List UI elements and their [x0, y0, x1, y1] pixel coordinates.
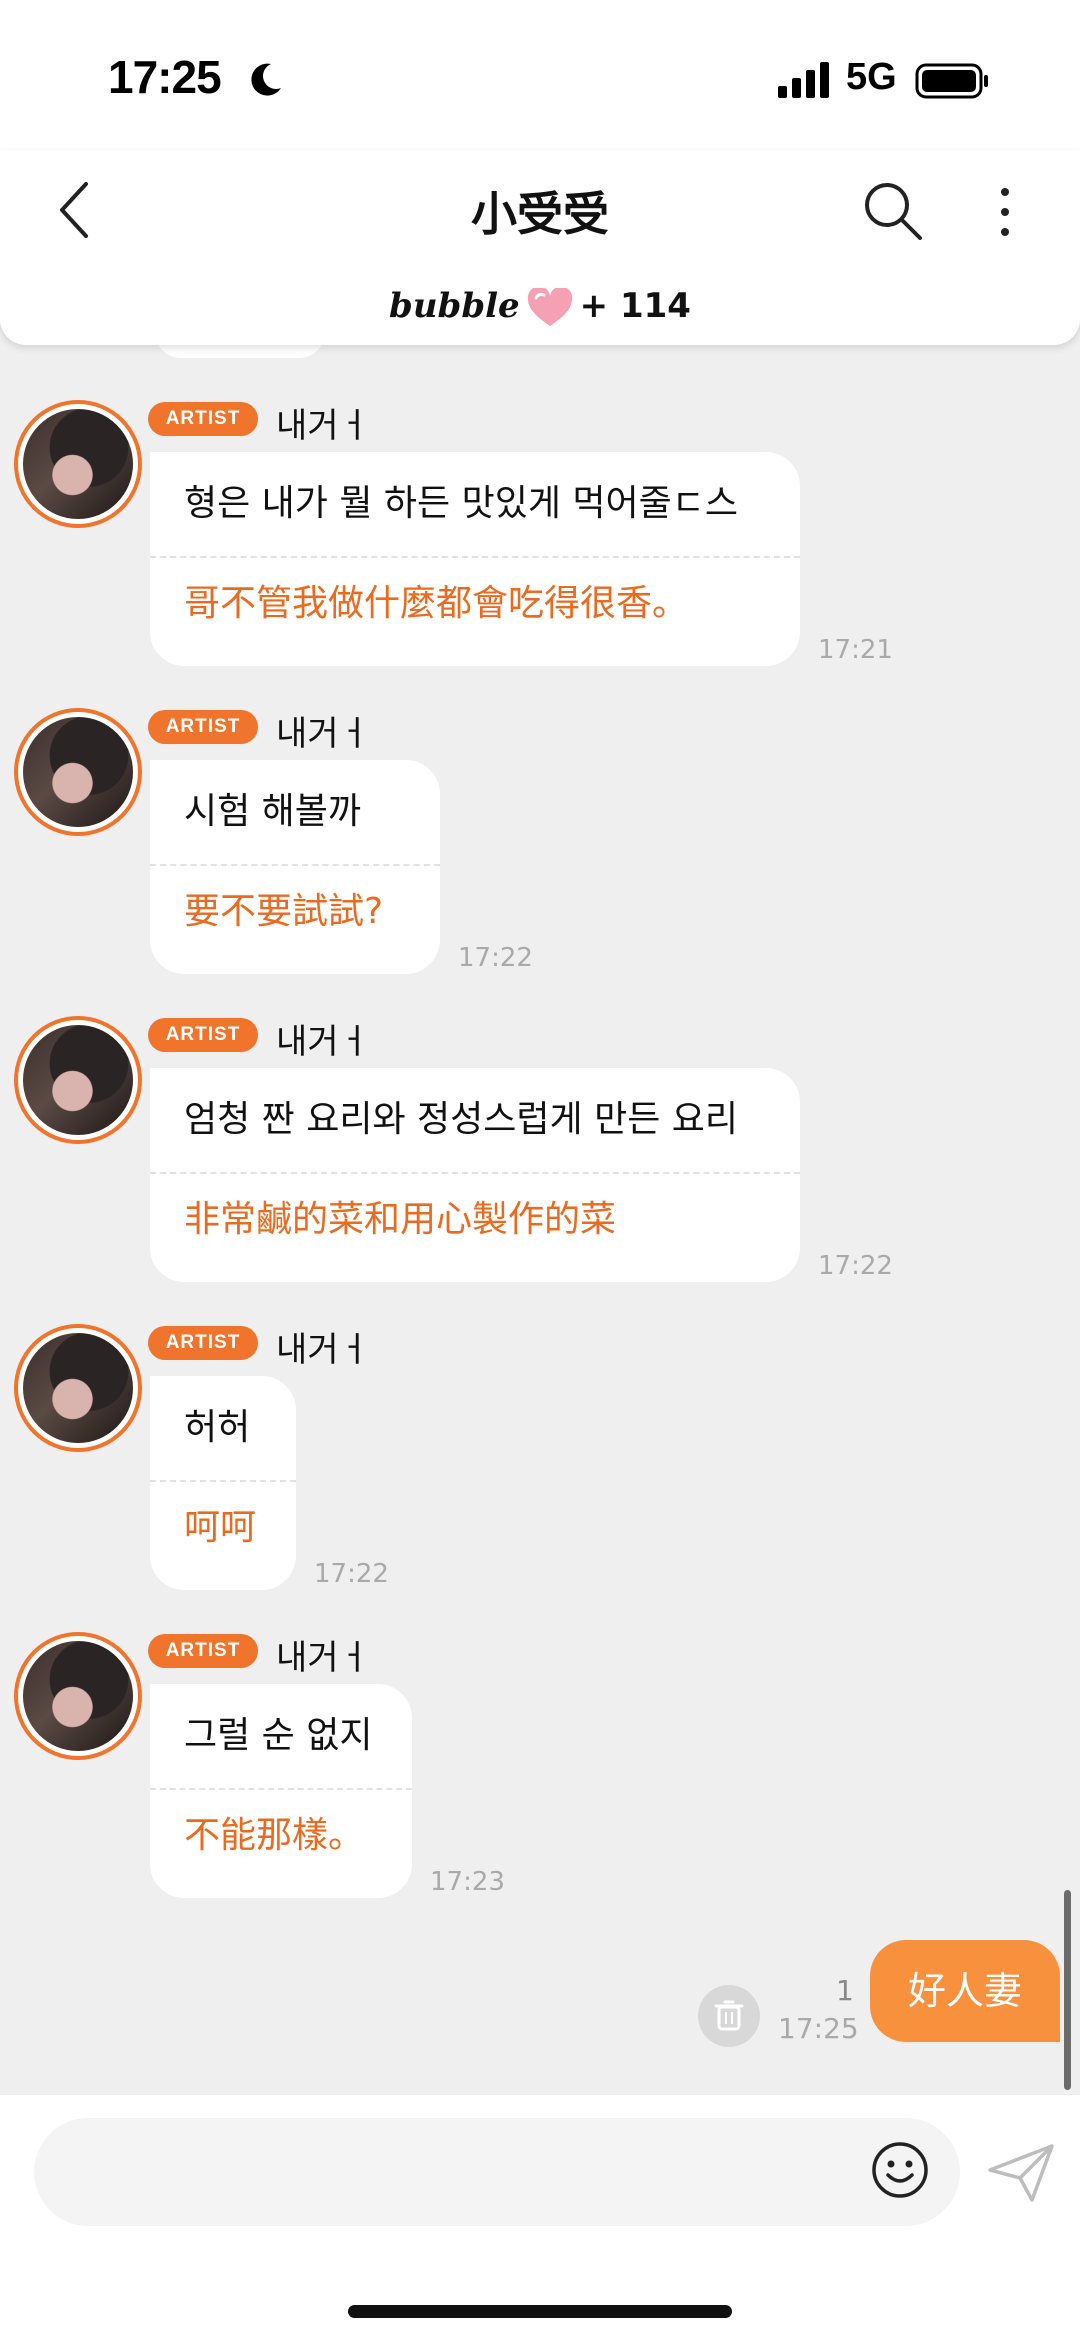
delete-message-button[interactable]: [698, 1985, 760, 2047]
message-original-text: 허허: [184, 1407, 251, 1448]
home-indicator: [348, 2305, 732, 2318]
network-label: 5G: [846, 56, 897, 98]
my-message-time: 17:25: [778, 2012, 859, 2045]
scrollbar[interactable]: [1064, 1890, 1071, 2090]
emoji-icon[interactable]: [870, 2140, 930, 2200]
artist-badge: ARTIST: [148, 1018, 258, 1052]
message-translation-text: 呵呵: [184, 1507, 257, 1548]
artist-avatar[interactable]: [14, 1324, 142, 1452]
bubble-count: + 114: [579, 286, 691, 326]
message-translation-text: 要不要試試?: [184, 891, 384, 932]
message-original-text: 형은 내가 뭘 하든 맛있게 먹어줄ㄷ스: [184, 483, 739, 524]
artist-badge: ARTIST: [148, 1326, 258, 1360]
artist-badge: ARTIST: [148, 1634, 258, 1668]
message-translation-text: 哥不管我做什麼都會吃得很香。: [184, 583, 689, 624]
artist-name: 내거ㅓ: [276, 714, 370, 754]
trash-icon: [714, 2000, 744, 2031]
bubble-brand: bubble: [389, 286, 520, 326]
artist-badge: ARTIST: [148, 710, 258, 744]
my-message-bubble[interactable]: 好人妻: [870, 1940, 1060, 2042]
artist-avatar[interactable]: [14, 1632, 142, 1760]
message-input[interactable]: [34, 2118, 960, 2226]
message-bubble[interactable]: 엄청 짠 요리와 정성스럽게 만든 요리 非常鹹的菜和用心製作的菜: [150, 1068, 800, 1282]
artist-name: 내거ㅓ: [276, 1330, 370, 1370]
artist-avatar[interactable]: [14, 708, 142, 836]
message-original-text: 시험 해볼까: [184, 791, 362, 832]
status-bar: 17:25 5G: [0, 0, 1080, 150]
message-bubble[interactable]: 허허 呵呵: [150, 1376, 296, 1590]
message-translation-text: 非常鹹的菜和用心製作的菜: [184, 1199, 617, 1240]
artist-avatar[interactable]: [14, 1016, 142, 1144]
heart-icon: [527, 287, 572, 326]
artist-avatar[interactable]: [14, 400, 142, 528]
message-time: 17:23: [430, 1867, 505, 1897]
message-time: 17:22: [818, 1251, 893, 1281]
message-bubble[interactable]: 형은 내가 뭘 하든 맛있게 먹어줄ㄷ스 哥不管我做什麼都會吃得很香。: [150, 452, 800, 666]
artist-name: 내거ㅓ: [276, 1638, 370, 1678]
message-translation-text: 不能那樣。: [184, 1815, 365, 1856]
artist-badge: ARTIST: [148, 402, 258, 436]
message-time: 17:22: [314, 1559, 389, 1589]
message-original-text: 엄청 짠 요리와 정성스럽게 만든 요리: [184, 1099, 739, 1140]
more-vertical-icon[interactable]: [990, 180, 1020, 244]
message-original-text: 그럴 순 없지: [184, 1715, 373, 1756]
battery-icon: [915, 63, 988, 99]
message-time: 17:22: [458, 943, 533, 973]
search-icon[interactable]: [860, 178, 924, 242]
send-icon[interactable]: [986, 2142, 1056, 2204]
moon-icon: [251, 63, 281, 96]
signal-icon: [778, 62, 829, 98]
message-time: 17:21: [818, 635, 893, 665]
bubble-counter[interactable]: bubble + 114: [0, 286, 1080, 328]
artist-name: 내거ㅓ: [276, 406, 370, 446]
read-count: 1: [836, 1974, 854, 2007]
artist-name: 내거ㅓ: [276, 1022, 370, 1062]
message-bubble[interactable]: 그럴 순 없지 不能那樣。: [150, 1684, 412, 1898]
status-time: 17:25: [108, 51, 222, 103]
message-bubble[interactable]: 시험 해볼까 要不要試試?: [150, 760, 440, 974]
